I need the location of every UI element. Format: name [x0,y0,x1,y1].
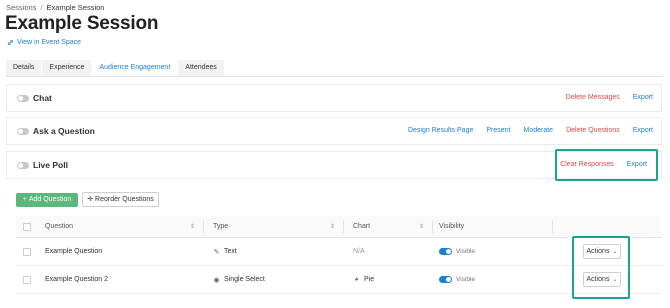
chat-export-link[interactable]: Export [633,94,653,101]
visibility-toggle[interactable] [439,276,452,283]
column-divider [203,220,204,233]
visibility-label: Visible [456,248,476,255]
chat-section: Chat Delete Messages Export [6,84,662,112]
add-question-label: Add Question [28,196,72,203]
live-poll-toggle[interactable] [17,162,29,169]
chart-cell: ◕ Pie [353,266,374,293]
pie-chart-icon: ◕ [354,276,359,283]
type-cell: ◉ Single Select [213,266,265,293]
column-header-chart[interactable]: Chart ⇕ [353,216,429,237]
visibility-cell: Visible [439,238,475,265]
sort-icon: ⇕ [329,224,335,230]
type-label: Single Select [224,276,265,283]
column-divider [552,220,553,233]
ask-question-export-link[interactable]: Export [633,127,653,134]
visibility-toggle[interactable] [439,248,452,255]
type-cell: ✎ Text [213,238,237,265]
column-header-type-label: Type [213,223,229,230]
ask-question-toggle[interactable] [17,128,29,135]
select-all-checkbox[interactable] [23,222,31,231]
column-header-chart-label: Chart [353,223,371,230]
page-title: Example Session [5,13,159,34]
table-header: Question ⇕ Type ⇕ Chart ⇕ Visibility [16,216,662,238]
ask-question-title: Ask a Question [33,126,95,136]
chart-cell: N/A [353,248,365,255]
delete-questions-link[interactable]: Delete Questions [566,127,620,134]
tabs-divider [6,76,662,77]
table-row[interactable]: Example Question 2 ◉ Single Select ◕ Pie V… [16,266,662,294]
moderate-link[interactable]: Moderate [523,127,553,134]
radio-icon: ◉ [213,276,220,284]
highlight-box-poll-actions [555,149,658,181]
chat-toggle[interactable] [17,95,29,102]
delete-messages-link[interactable]: Delete Messages [566,94,620,101]
column-header-type[interactable]: Type ⇕ [213,216,340,237]
plus-icon: + [22,196,27,203]
tab-attendees[interactable]: Attendees [178,60,224,76]
view-event-space-label: View in Event Space [17,39,82,46]
reorder-questions-button[interactable]: ✛ Reorder Questions [82,192,159,207]
sort-icon: ⇕ [418,224,424,230]
column-header-visibility-label: Visibility [439,223,465,230]
column-header-question[interactable]: Question ⇕ [45,216,200,237]
type-label: Text [224,248,237,255]
design-results-page-link[interactable]: Design Results Page [408,127,473,134]
breadcrumb-sessions-link[interactable]: Sessions [6,3,36,12]
chat-title: Chat [33,93,52,103]
sort-icon: ⇕ [189,224,195,230]
pencil-icon: ✎ [213,248,220,256]
chart-label: Pie [364,276,375,283]
visibility-label: Visible [456,276,476,283]
table-row[interactable]: Example Question ✎ Text N/A Visible Actio… [16,238,662,266]
breadcrumb: Sessions / Example Session [6,3,104,12]
view-event-space-link[interactable]: View in Event Space [7,39,81,46]
tab-experience[interactable]: Experience [42,60,92,76]
present-link[interactable]: Present [486,127,510,134]
tab-audience-engagement[interactable]: Audience Engagement [92,60,178,76]
breadcrumb-separator: / [40,3,43,12]
link-icon [7,39,14,46]
column-header-visibility: Visibility [439,216,464,237]
column-divider [343,220,344,233]
reorder-questions-label: Reorder Questions [95,196,154,203]
visibility-cell: Visible [439,266,475,293]
tab-bar: Details Experience Audience Engagement A… [6,60,225,76]
question-cell: Example Question 2 [45,276,109,283]
ask-question-section: Ask a Question Design Results Page Prese… [6,117,662,145]
questions-table: Question ⇕ Type ⇕ Chart ⇕ Visibility Exa… [16,216,662,294]
question-cell: Example Question [45,248,103,255]
column-divider [432,220,433,233]
highlight-box-row-actions [572,236,630,299]
tab-details[interactable]: Details [6,60,42,76]
live-poll-title: Live Poll [33,160,68,170]
row-checkbox[interactable] [23,247,31,256]
column-header-question-label: Question [45,223,74,230]
row-checkbox[interactable] [23,275,31,284]
move-icon: ✛ [87,196,94,203]
breadcrumb-current: Example Session [46,3,105,12]
add-question-button[interactable]: + Add Question [16,193,78,207]
